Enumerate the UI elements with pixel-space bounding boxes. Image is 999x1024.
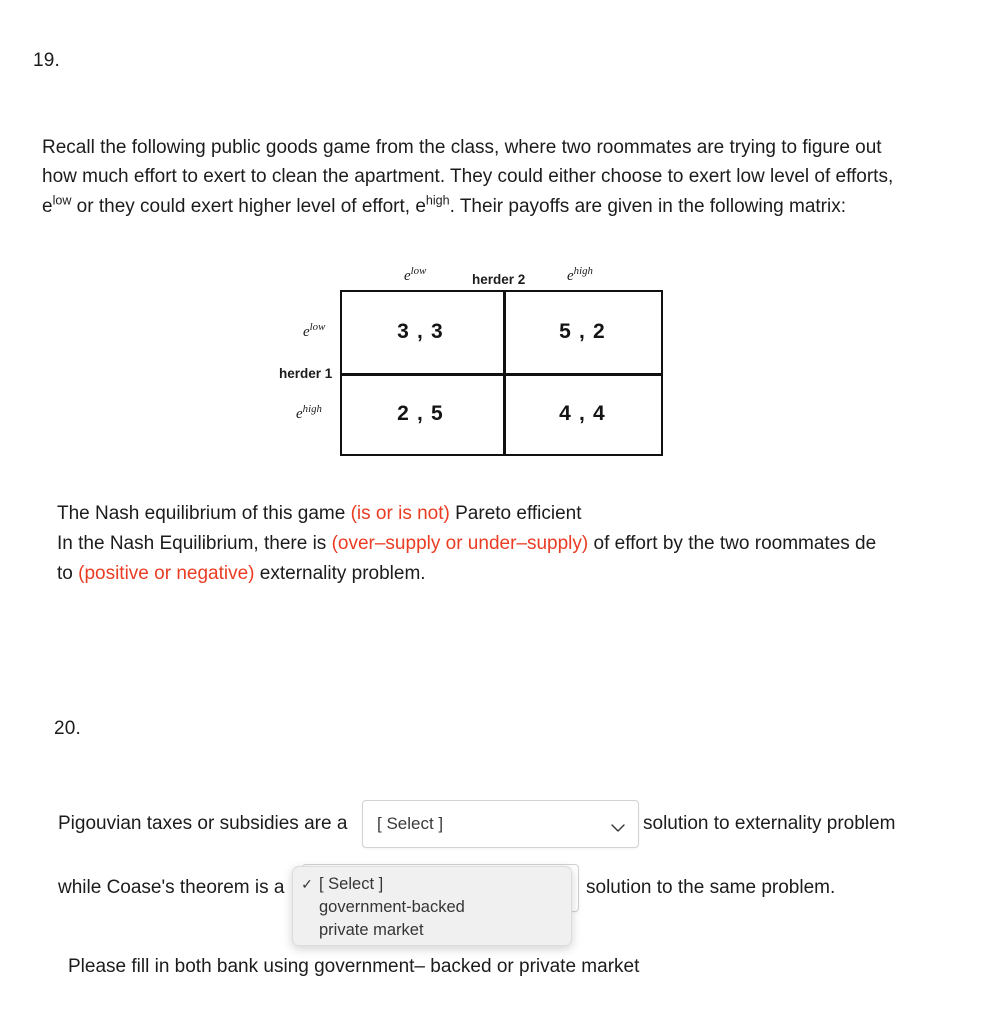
intro-superscript-low: low: [52, 193, 72, 208]
question-19-number: 19.: [33, 50, 61, 71]
statement-3-blank: (positive or negative): [78, 563, 255, 584]
matrix-row-player-label: herder 1: [279, 366, 333, 381]
question-19-statements: The Nash equilibrium of this game (is or…: [57, 499, 897, 589]
matrix-column-player-label: herder 2: [472, 272, 526, 287]
checkmark-icon: ✓: [301, 876, 313, 892]
matrix-cell-low-high: 5 , 2: [559, 320, 606, 343]
row-header-high-sup: high: [302, 403, 322, 415]
col-header-low-sup: low: [410, 265, 427, 277]
statement-1-prefix: The Nash equilibrium of this game: [57, 503, 351, 524]
col-header-high-base: e: [567, 268, 574, 284]
question-20-number: 20.: [54, 718, 82, 739]
question-20-line2-prefix: while Coase's theorem is a: [58, 877, 285, 898]
dropdown-option-select-label: [ Select ]: [319, 875, 384, 893]
matrix-row-header-high: ehigh: [296, 403, 322, 423]
matrix-cell-high-low: 2 , 5: [397, 402, 444, 425]
checkmark-placeholder-icon: [300, 919, 314, 942]
intro-text-part-3: . Their payoffs are given in the followi…: [449, 195, 846, 217]
col-header-low-base: e: [404, 268, 411, 284]
question-20-footnote: Please fill in both bank using governmen…: [68, 956, 640, 977]
question-20-line1-suffix: solution to externality problem: [643, 813, 896, 834]
matrix-col-header-high: ehigh: [567, 265, 593, 285]
select-pigouvian-solution[interactable]: [ Select ]: [362, 800, 639, 848]
intro-text-part-2: or they could exert higher level of effo…: [71, 195, 426, 217]
matrix-row-header-low: elow: [303, 321, 326, 341]
payoff-matrix: herder 2 herder 1 elow ehigh elow ehigh …: [260, 258, 680, 468]
select-pigouvian-value: [ Select ]: [377, 814, 444, 833]
statement-2-prefix: In the Nash Equilibrium, there is: [57, 533, 332, 554]
question-19-prompt: Recall the following public goods game f…: [42, 133, 910, 221]
question-20-line1-prefix: Pigouvian taxes or subsidies are a: [58, 813, 348, 834]
matrix-grid: [340, 290, 663, 456]
dropdown-option-government-backed-label: government-backed: [319, 898, 465, 916]
dropdown-option-select[interactable]: ✓ [ Select ]: [293, 873, 571, 896]
dropdown-option-private-market[interactable]: private market: [293, 919, 571, 942]
checkmark-placeholder-icon: [300, 896, 314, 919]
chevron-down-icon: [611, 820, 625, 832]
row-header-high-base: e: [296, 406, 303, 422]
dropdown-option-government-backed[interactable]: government-backed: [293, 896, 571, 919]
statement-3-suffix: externality problem.: [254, 563, 426, 584]
row-header-low-base: e: [303, 324, 310, 340]
row-header-low-sup: low: [309, 321, 326, 333]
matrix-horizontal-divider: [342, 373, 661, 376]
dropdown-option-private-market-label: private market: [319, 921, 424, 939]
matrix-cell-high-high: 4 , 4: [559, 402, 606, 425]
matrix-col-header-low: elow: [404, 265, 427, 285]
col-header-high-sup: high: [573, 265, 593, 277]
statement-1-blank: (is or is not): [350, 503, 450, 524]
statement-1-suffix: Pareto efficient: [449, 503, 582, 524]
question-20-line2-suffix: solution to the same problem.: [586, 877, 836, 898]
intro-superscript-high: high: [425, 193, 450, 208]
matrix-cell-low-low: 3 , 3: [397, 320, 444, 343]
statement-2-blank: (over–supply or under–supply): [331, 533, 589, 554]
dropdown-options-popup[interactable]: ✓ [ Select ] government-backed private m…: [292, 866, 572, 946]
